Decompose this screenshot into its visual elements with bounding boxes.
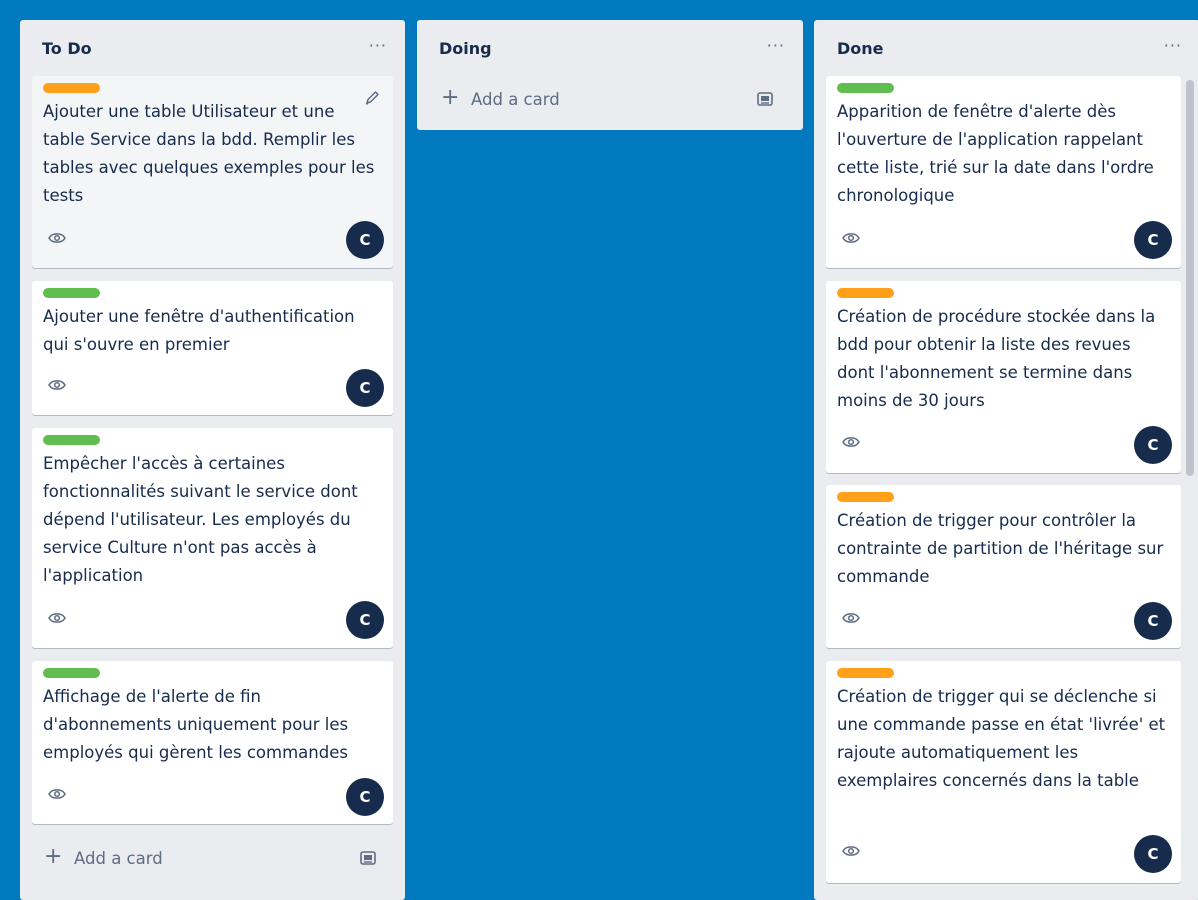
eye-icon	[48, 789, 66, 799]
more-horizontal-icon[interactable]: ···	[369, 36, 387, 55]
label-green	[43, 668, 100, 678]
avatar[interactable]: C	[346, 369, 384, 407]
card-title: Empêcher l'accès à certaines fonctionnal…	[43, 454, 358, 585]
card-title: Apparition de fenêtre d'alerte dès l'ouv…	[837, 102, 1154, 205]
card[interactable]: Création de trigger pour contrôler la co…	[826, 485, 1181, 648]
eye-icon	[48, 613, 66, 623]
card-template-icon[interactable]	[756, 90, 774, 108]
list-title[interactable]: To Do	[42, 39, 92, 58]
avatar[interactable]: C	[1134, 426, 1172, 464]
eye-icon	[842, 437, 860, 447]
card[interactable]: Création de trigger qui se déclenche si …	[826, 661, 1181, 883]
card-title: Ajouter une fenêtre d'authentification q…	[43, 307, 355, 354]
card-template-icon[interactable]	[359, 849, 377, 867]
list-done: Done ··· Apparition de fenêtre d'alerte …	[814, 20, 1198, 900]
more-horizontal-icon[interactable]: ···	[1164, 36, 1182, 55]
card[interactable]: Affichage de l'alerte de fin d'abonnemen…	[32, 661, 393, 824]
list-title[interactable]: Doing	[439, 39, 492, 58]
avatar[interactable]: C	[346, 601, 384, 639]
avatar[interactable]: C	[1134, 221, 1172, 259]
add-card-label: Add a card	[471, 90, 560, 109]
card-title: Affichage de l'alerte de fin d'abonnemen…	[43, 687, 349, 762]
add-card-label: Add a card	[74, 849, 163, 868]
card-title: Ajouter une table Utilisateur et une tab…	[43, 102, 375, 205]
card-title: Création de procédure stockée dans la bd…	[837, 307, 1156, 410]
card-title: Création de trigger qui se déclenche si …	[837, 687, 1166, 790]
eye-icon	[842, 613, 860, 623]
avatar[interactable]: C	[346, 221, 384, 259]
label-green	[43, 435, 100, 445]
eye-icon	[48, 380, 66, 390]
list-header[interactable]: Done ···	[814, 20, 1198, 70]
scrollbar-thumb[interactable]	[1186, 80, 1194, 476]
list-header[interactable]: Doing ···	[417, 20, 803, 70]
list-header[interactable]: To Do ···	[20, 20, 405, 70]
plus-icon: +	[441, 85, 460, 110]
card[interactable]: Empêcher l'accès à certaines fonctionnal…	[32, 428, 393, 648]
card[interactable]: Création de procédure stockée dans la bd…	[826, 281, 1181, 473]
avatar[interactable]: C	[1134, 602, 1172, 640]
card-title: Création de trigger pour contrôler la co…	[837, 511, 1164, 586]
list-title[interactable]: Done	[837, 39, 884, 58]
list-todo: To Do ··· Ajouter une table Utilisateur …	[20, 20, 405, 900]
label-orange	[43, 83, 100, 93]
eye-icon	[48, 233, 66, 243]
add-card-button[interactable]: + Add a card	[429, 82, 790, 116]
plus-icon: +	[44, 844, 63, 869]
avatar[interactable]: C	[346, 778, 384, 816]
label-green	[837, 83, 894, 93]
eye-icon	[842, 846, 860, 856]
label-orange	[837, 288, 894, 298]
label-orange	[837, 668, 894, 678]
add-card-button[interactable]: + Add a card	[32, 841, 393, 875]
list-doing: Doing ··· + Add a card	[417, 20, 803, 130]
card[interactable]: Ajouter une fenêtre d'authentification q…	[32, 281, 393, 415]
label-green	[43, 288, 100, 298]
more-horizontal-icon[interactable]: ···	[767, 36, 785, 55]
card[interactable]: Ajouter une table Utilisateur et une tab…	[32, 76, 393, 268]
label-orange	[837, 492, 894, 502]
card[interactable]: Apparition de fenêtre d'alerte dès l'ouv…	[826, 76, 1181, 268]
avatar[interactable]: C	[1134, 835, 1172, 873]
eye-icon	[842, 233, 860, 243]
